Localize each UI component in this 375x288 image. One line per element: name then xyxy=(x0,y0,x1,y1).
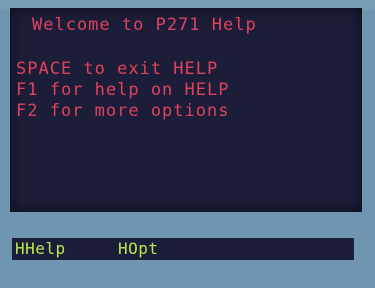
help-line-f2: F2 for more options xyxy=(16,101,230,121)
fkey-hhelp[interactable]: HHelp xyxy=(15,239,66,258)
fkey-hopt[interactable]: HOpt xyxy=(118,239,159,258)
help-line-exit: SPACE to exit HELP xyxy=(16,59,219,79)
help-title: Welcome to P271 Help xyxy=(32,15,257,35)
help-line-f1: F1 for help on HELP xyxy=(16,80,230,100)
bezel-band xyxy=(0,212,375,238)
help-screen: Welcome to P271 Help SPACE to exit HELP … xyxy=(10,8,362,212)
function-key-bar: HHelp HOpt xyxy=(12,238,354,260)
